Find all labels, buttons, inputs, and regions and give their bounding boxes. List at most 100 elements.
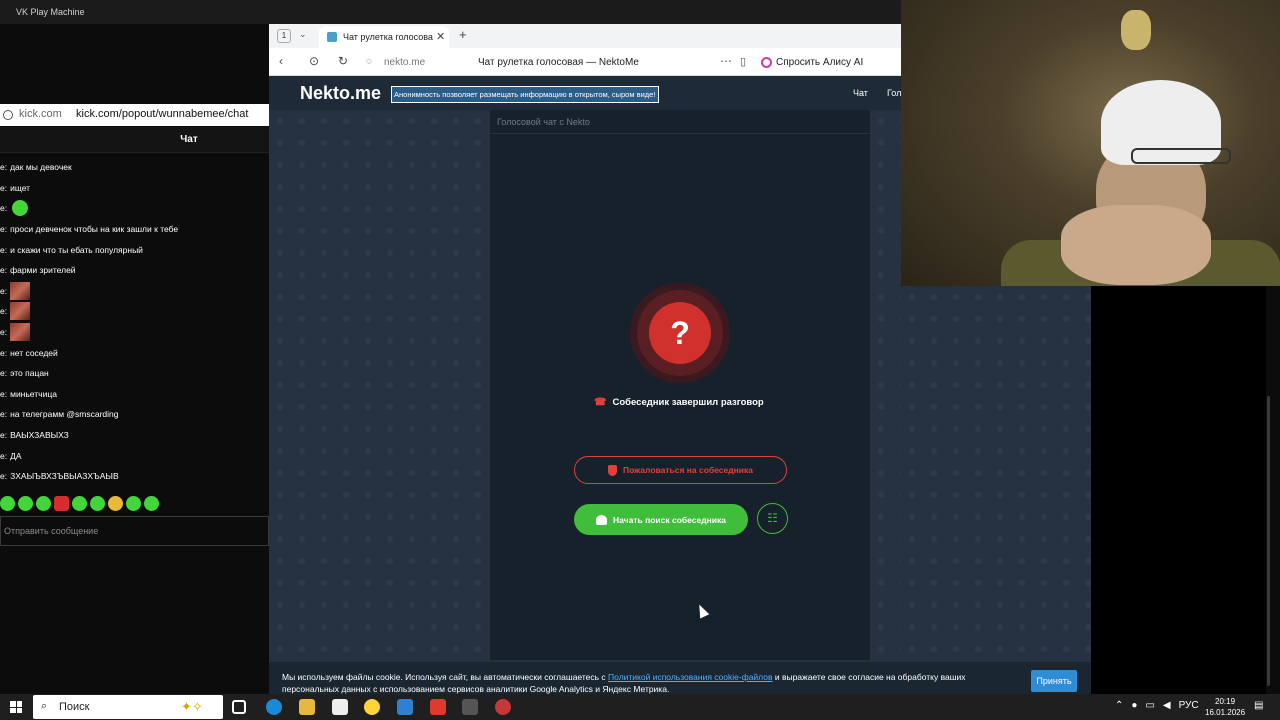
task-view-icon[interactable] xyxy=(232,700,246,714)
kick-url-path: kick.com/popout/wunnabemee/chat xyxy=(76,108,249,120)
chat-message: е: xyxy=(0,198,269,219)
chandelier xyxy=(1121,10,1151,50)
chat-message: е: ЗХАЫЪВХЗЪВЫАЗХЪАЫВ xyxy=(0,471,119,482)
green-emote-icon xyxy=(12,200,29,217)
emote-icon xyxy=(72,496,87,511)
cookie-policy-link[interactable]: Политикой использования cookie-файлов xyxy=(608,672,772,682)
tab-title: Чат рулетка голосовая xyxy=(343,32,433,42)
info-banner: Анонимность позволяет размещать информац… xyxy=(391,86,659,103)
person-glasses xyxy=(1131,148,1231,164)
emote-icon xyxy=(126,496,141,511)
back-icon[interactable]: ‹ xyxy=(279,54,283,68)
emote-icon xyxy=(36,496,51,511)
taskbar-search[interactable]: ⌕ Поиск ✦✧ xyxy=(33,695,223,719)
sparkle-icon: ✦✧ xyxy=(181,699,203,714)
background-pattern xyxy=(870,110,901,694)
site-header: Nekto.me Анонимность позволяет размещать… xyxy=(269,76,901,110)
nav-chat-link[interactable]: Чат xyxy=(853,88,868,98)
folder-icon[interactable] xyxy=(299,699,315,715)
bookmark-icon[interactable]: ▯ xyxy=(740,55,746,68)
status-text: Собеседник завершил разговор xyxy=(612,397,764,408)
edge-icon[interactable] xyxy=(266,699,282,715)
alice-button[interactable]: Спросить Алису AI xyxy=(761,53,863,71)
browser-window: 1 ⌄ Чат рулетка голосовая ✕ + ‹ ⊙ ↻ ◌ ne… xyxy=(269,24,901,694)
chat-message: е: фарми зрителей xyxy=(0,265,76,276)
app-title: VK Play Machine xyxy=(16,7,85,17)
address-domain[interactable]: nekto.me xyxy=(384,57,425,68)
site-info-icon[interactable]: ◌ xyxy=(366,56,372,67)
shield-icon[interactable]: ⊙ xyxy=(309,54,319,68)
alice-label: Спросить Алису AI xyxy=(776,56,864,68)
chat-message: е: ВАЫХЗАВЫХЗ xyxy=(0,430,69,441)
kick-address-bar[interactable]: kick.com kick.com/popout/wunnabemee/chat xyxy=(0,104,269,126)
close-icon[interactable]: ✕ xyxy=(436,30,445,43)
chat-message: е: ДА xyxy=(0,450,22,461)
network-icon[interactable]: ▭ xyxy=(1145,700,1154,711)
tab-active[interactable]: Чат рулетка голосовая ✕ xyxy=(319,26,449,48)
hangup-icon: ☎ xyxy=(594,397,607,408)
windows-start-icon[interactable] xyxy=(10,701,22,713)
emote-icon xyxy=(54,496,69,511)
clock-date: 16.01.2026 xyxy=(1205,708,1246,717)
emote-row xyxy=(0,496,159,514)
cookie-text: Мы используем файлы cookie. Используя са… xyxy=(282,672,966,694)
shield-icon xyxy=(607,464,617,476)
chat-message: е: xyxy=(0,301,269,322)
site-logo[interactable]: Nekto.me xyxy=(300,83,381,104)
chat-message: е: xyxy=(0,281,269,302)
search-icon: ⌕ xyxy=(41,700,48,712)
start-search-button[interactable]: Начать поиск собеседника xyxy=(574,504,748,535)
question-icon: ? xyxy=(649,302,711,364)
emote-icon xyxy=(0,496,15,511)
more-icon[interactable]: ⋯ xyxy=(720,54,732,68)
volume-icon[interactable]: ◀ xyxy=(1163,700,1171,711)
chat-input-placeholder: Отправить сообщение xyxy=(4,526,99,536)
status-ring: ? xyxy=(637,290,723,376)
chat-message: е: и скажи что ты ебать популярный xyxy=(0,244,143,255)
notification-icon[interactable]: ▤ xyxy=(1254,700,1263,711)
user-search-icon xyxy=(596,514,608,525)
emote-icon xyxy=(144,496,159,511)
chat-message: е: дак мы девочек xyxy=(0,162,72,173)
yandex-icon[interactable] xyxy=(430,699,446,715)
language-indicator[interactable]: РУС xyxy=(1179,700,1199,711)
reload-icon[interactable]: ↻ xyxy=(338,54,348,68)
image-emote-icon xyxy=(10,281,31,300)
kick-message-list: е: дак мы девочек е: ищет е: е: проси девче… xyxy=(0,157,269,487)
new-tab-button[interactable]: + xyxy=(459,27,467,42)
chevron-up-icon[interactable]: ⌃ xyxy=(1115,700,1123,711)
report-button[interactable]: Пожаловаться на собеседника xyxy=(574,456,787,484)
chat-message: е: это пацан xyxy=(0,368,49,379)
mail-icon[interactable] xyxy=(397,699,413,715)
taskbar: ⌕ Поиск ✦✧ ⌃ ● ▭ ◀ РУС 20:19 16.01.2026 … xyxy=(0,694,1280,720)
chevron-down-icon[interactable]: ⌄ xyxy=(299,29,307,40)
filter-settings-button[interactable]: ☷ xyxy=(757,503,788,534)
tab-count-button[interactable]: 1 xyxy=(277,29,291,43)
taskbar-search-label: Поиск xyxy=(59,701,90,713)
background-pattern xyxy=(269,110,490,694)
system-tray: ⌃ ● ▭ ◀ РУС xyxy=(1115,700,1199,711)
gamepad-icon[interactable] xyxy=(462,699,478,715)
panel-header: Голосовой чат с Nekto xyxy=(490,110,870,134)
store-icon[interactable] xyxy=(332,699,348,715)
chat-message: е: миньетчица xyxy=(0,388,57,399)
image-emote-icon xyxy=(10,323,31,342)
clock[interactable]: 20:19 16.01.2026 xyxy=(1205,696,1245,718)
panel-title: Голосовой чат с Nekto xyxy=(497,117,590,127)
webcam-video xyxy=(901,0,1280,286)
nav-voice-link[interactable]: Гол xyxy=(887,88,901,98)
alice-icon xyxy=(761,56,772,68)
image-emote-icon xyxy=(10,302,31,321)
kick-chat-header: Чат xyxy=(0,127,269,153)
yandex-browser-icon[interactable] xyxy=(364,699,380,715)
mic-icon[interactable]: ● xyxy=(1131,700,1137,711)
app-icon[interactable] xyxy=(495,699,511,715)
cookie-accept-button[interactable]: Принять xyxy=(1031,670,1077,692)
scrollbar-thumb[interactable] xyxy=(1267,396,1270,686)
search-label: Начать поиск собеседника xyxy=(613,514,726,525)
chat-message-input[interactable]: Отправить сообщение xyxy=(0,516,269,546)
kick-chat-window: kick.com kick.com/popout/wunnabemee/chat… xyxy=(0,24,269,694)
favicon-icon xyxy=(327,32,337,42)
person-hand xyxy=(1061,205,1211,285)
site-info-icon[interactable] xyxy=(3,110,13,120)
